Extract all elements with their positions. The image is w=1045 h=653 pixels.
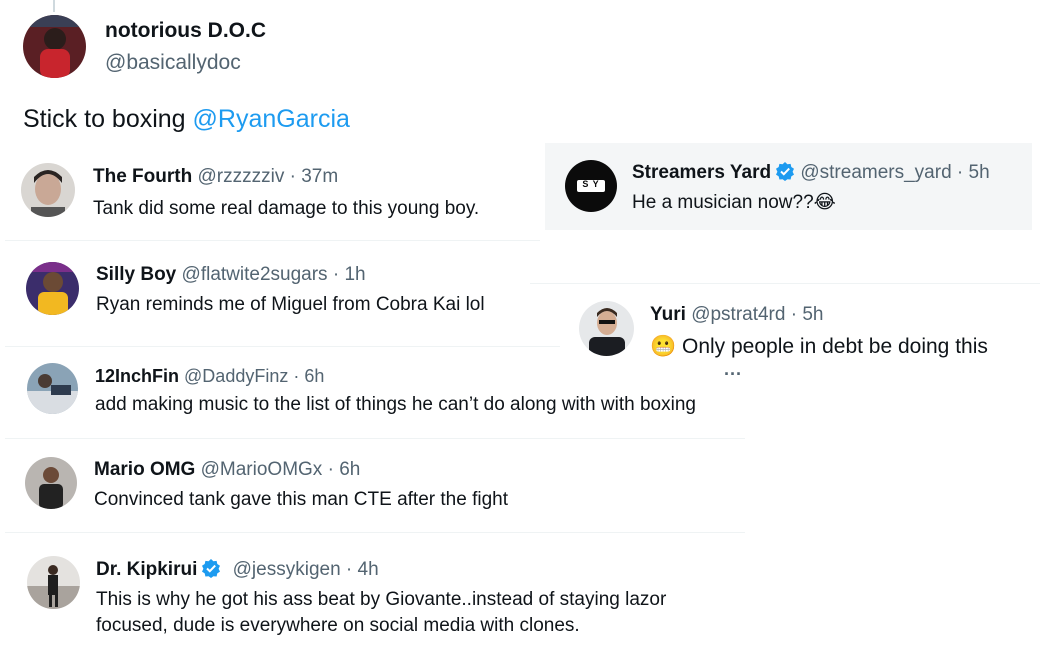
reply-header-streamers-yard: Streamers Yard @streamers_yard · 5h [632,161,990,187]
reply-header-mario-omg: Mario OMG @MarioOMGx · 6h [94,459,360,481]
reply-text-yuri: 😬 Only people in debt be doing this [650,334,988,359]
main-post-text: Stick to boxing @RyanGarcia [23,105,350,134]
avatar-notorious-doc[interactable] [23,15,86,78]
reply-timestamp[interactable]: · 37m [290,166,339,187]
reply-header-silly-boy: Silly Boy @flatwite2sugars · 1h [96,264,366,286]
reply-author-name[interactable]: Dr. Kipkirui [96,559,197,580]
reply-author-handle[interactable]: @MarioOMGx [201,459,323,480]
reply-text-the-fourth: Tank did some real damage to this young … [93,198,480,219]
reply-author-name[interactable]: Streamers Yard [632,162,771,183]
reply-author-name[interactable]: Yuri [650,304,686,325]
divider [530,283,1040,284]
reply-text-dr-kipkirui-line2: focused, dude is everywhere on social me… [96,615,580,636]
reply-text-dr-kipkirui-line1: This is why he got his ass beat by Giova… [96,589,667,610]
thread-line [53,0,55,12]
reply-text-silly-boy: Ryan reminds me of Miguel from Cobra Kai… [96,294,485,315]
reply-timestamp[interactable]: · 5h [957,162,990,183]
streamers-yard-logo-text: S Y [582,179,600,189]
main-post-author-handle[interactable]: @basicallydoc [105,51,241,75]
main-post-author-name[interactable]: notorious D.O.C [105,19,266,43]
reply-header-the-fourth: The Fourth @rzzzzziv · 37m [93,166,338,188]
reply-author-handle[interactable]: @streamers_yard [800,162,951,183]
avatar-the-fourth[interactable] [21,163,75,217]
reply-header-dr-kipkirui: Dr. Kipkirui @jessykigen · 4h [96,558,379,584]
reply-timestamp[interactable]: · 6h [293,366,324,386]
reply-timestamp[interactable]: · 5h [791,304,824,325]
avatar-12inchfin[interactable] [27,363,78,414]
reply-text-mario-omg: Convinced tank gave this man CTE after t… [94,489,508,510]
reply-author-handle[interactable]: @DaddyFinz [184,366,288,386]
divider [5,346,560,347]
verified-badge-icon [201,558,221,584]
avatar-yuri[interactable] [579,301,634,356]
avatar-mario-omg[interactable] [25,457,77,509]
reply-author-handle[interactable]: @rzzzzziv [197,166,284,187]
reply-header-12inchfin: 12InchFin @DaddyFinz · 6h [95,366,324,387]
reply-timestamp[interactable]: · 1h [333,264,366,285]
reply-author-name[interactable]: 12InchFin [95,366,179,386]
reply-text-12inchfin: add making music to the list of things h… [95,394,696,415]
reply-author-name[interactable]: The Fourth [93,166,192,187]
laughing-emoji-icon: 😂 [813,191,836,213]
avatar-streamers-yard[interactable]: S Y [565,160,617,212]
mention-link[interactable]: @RyanGarcia [193,105,350,133]
reply-author-handle[interactable]: @flatwite2sugars [182,264,328,285]
reply-header-yuri: Yuri @pstrat4rd · 5h [650,304,824,326]
reply-author-handle[interactable]: @jessykigen [233,559,341,580]
grimacing-emoji-icon: 😬 [650,334,677,358]
avatar-silly-boy[interactable] [26,262,79,315]
divider [5,532,745,533]
reply-author-name[interactable]: Silly Boy [96,264,176,285]
avatar-dr-kipkirui[interactable] [27,556,80,609]
reply-text-body: He a musician now?? [632,192,814,213]
reply-author-handle[interactable]: @pstrat4rd [691,304,785,325]
reply-text-streamers-yard: He a musician now??😂 [632,191,836,214]
more-options-icon[interactable]: ··· [724,364,742,385]
verified-badge-icon [775,161,795,187]
divider [5,438,745,439]
reply-text-body: Only people in debt be doing this [676,335,988,358]
main-post-text-body: Stick to boxing [23,105,193,133]
reply-timestamp[interactable]: · 4h [346,559,379,580]
reply-timestamp[interactable]: · 6h [328,459,361,480]
reply-author-name[interactable]: Mario OMG [94,459,195,480]
divider [5,240,540,241]
